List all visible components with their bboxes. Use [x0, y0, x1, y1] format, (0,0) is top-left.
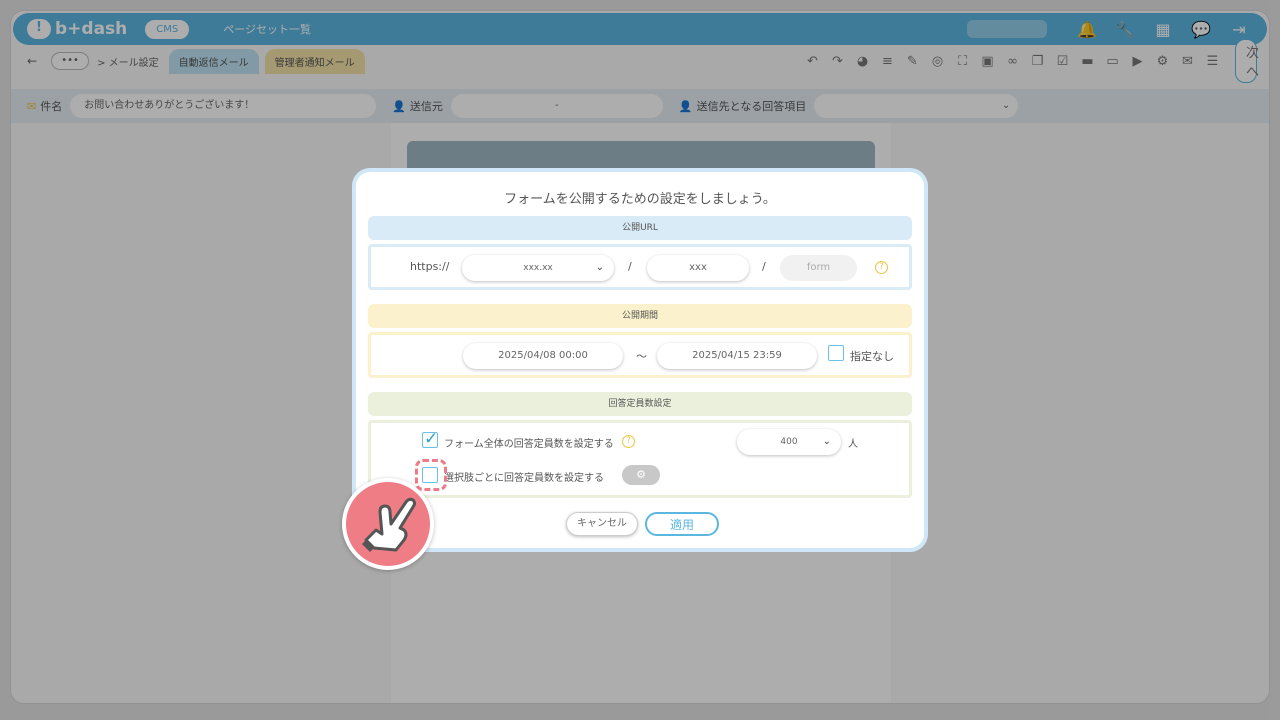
per-option-settings-button[interactable]: ⚙ — [622, 465, 660, 485]
cancel-button[interactable]: キャンセル — [566, 512, 638, 536]
url-section-heading: 公開URL — [368, 216, 912, 240]
chevron-down-icon: ⌄ — [595, 262, 604, 273]
dialog-title: フォームを公開するための設定をしましょう。 — [504, 192, 776, 207]
chevron-down-icon: ⌄ — [822, 436, 831, 447]
help-icon[interactable]: ? — [875, 261, 888, 274]
capacity-unit: 人 — [848, 439, 858, 450]
capacity-section: フォーム全体の回答定員数を設定する ? 400 ⌄ 人 選択肢ごとに回答定員数を… — [368, 420, 912, 498]
end-datetime-input[interactable]: 2025/04/15 23:59 — [657, 343, 817, 369]
per-option-capacity-label: 選択肢ごとに回答定員数を設定する — [444, 473, 604, 484]
apply-button[interactable]: 適用 — [645, 512, 719, 536]
domain-select[interactable]: xxx.xx ⌄ — [462, 255, 614, 281]
capacity-section-heading: 回答定員数設定 — [368, 392, 912, 416]
url-section: https:// xxx.xx ⌄ / xxx / form ? — [368, 244, 912, 290]
url-prefix: https:// — [410, 260, 450, 273]
help-icon[interactable]: ? — [622, 435, 635, 448]
period-section: 2025/04/08 00:00 ～ 2025/04/15 23:59 指定なし — [368, 332, 912, 378]
start-datetime-input[interactable]: 2025/04/08 00:00 — [463, 343, 623, 369]
tilde-separator: ～ — [636, 350, 647, 363]
path-input[interactable]: xxx — [647, 255, 749, 281]
no-limit-label: 指定なし — [850, 350, 894, 363]
url-separator-1: / — [628, 260, 632, 273]
form-path-input[interactable]: form — [780, 255, 857, 281]
period-section-heading: 公開期間 — [368, 304, 912, 328]
form-wide-capacity-label: フォーム全体の回答定員数を設定する — [444, 439, 614, 450]
publish-settings-dialog: フォームを公開するための設定をしましょう。 公開URL https:// xxx… — [352, 168, 928, 552]
form-wide-capacity-checkbox[interactable] — [422, 429, 438, 449]
click-highlight — [415, 459, 447, 491]
capacity-select[interactable]: 400 ⌄ — [737, 429, 841, 455]
pointing-hand-icon — [342, 478, 434, 570]
no-limit-checkbox[interactable] — [828, 345, 844, 361]
url-separator-2: / — [762, 260, 766, 273]
